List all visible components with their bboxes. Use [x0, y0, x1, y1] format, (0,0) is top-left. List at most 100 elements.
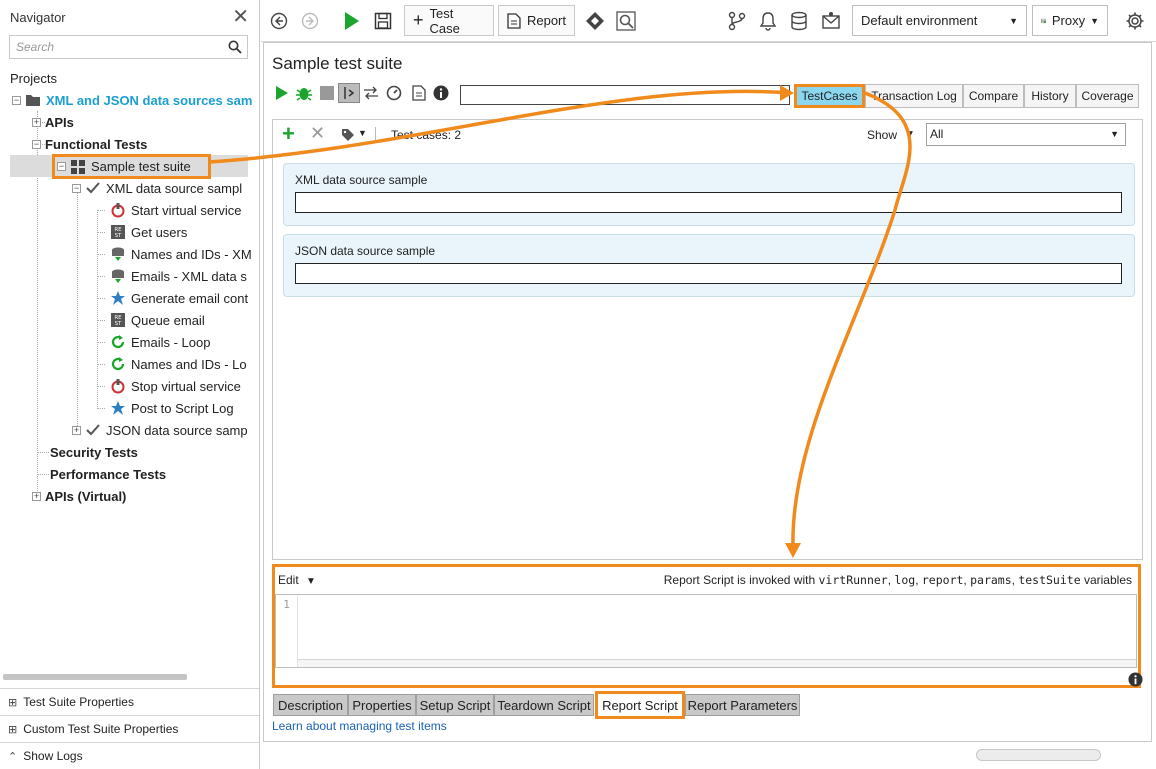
- tree-node-performance-tests[interactable]: Performance Tests: [50, 463, 166, 485]
- expand-icon[interactable]: +: [72, 425, 81, 435]
- collapse-icon[interactable]: −: [12, 95, 21, 105]
- tree-step[interactable]: Stop virtual service: [110, 375, 241, 397]
- chevron-down-icon[interactable]: ▼: [358, 128, 367, 138]
- tab-report-script[interactable]: Report Script: [595, 691, 685, 719]
- horizontal-scrollbar[interactable]: [976, 749, 1101, 761]
- tree-step[interactable]: RE ST Queue email: [110, 309, 205, 331]
- learn-more-link[interactable]: Learn about managing test items: [272, 719, 447, 733]
- search-input[interactable]: Search: [9, 35, 248, 59]
- tree-node-project[interactable]: − XML and JSON data sources sam: [12, 89, 252, 111]
- save-icon[interactable]: [373, 5, 393, 36]
- report-button[interactable]: Report: [498, 5, 575, 36]
- edit-menu[interactable]: Edit ▼: [278, 573, 316, 587]
- chevron-up-icon[interactable]: ⌃: [8, 750, 17, 763]
- show-filter-select[interactable]: All ▼: [926, 123, 1126, 146]
- tab-label: Transaction Log: [871, 89, 957, 103]
- tree-node-security-tests[interactable]: Security Tests: [50, 441, 138, 463]
- run-icon[interactable]: [273, 83, 291, 103]
- tree-step[interactable]: RE ST Get users: [110, 221, 187, 243]
- jira-icon[interactable]: [584, 5, 606, 36]
- tab-label: Setup Script: [419, 697, 491, 713]
- tree-step[interactable]: Emails - Loop: [110, 331, 210, 353]
- tree-node-case-xml[interactable]: − XML data source sampl: [72, 177, 242, 199]
- tree-node-functional-tests[interactable]: − Functional Tests: [32, 133, 147, 155]
- tree-node-suite-highlight[interactable]: − Sample test suite: [52, 154, 211, 179]
- tree-step[interactable]: Post to Script Log: [110, 397, 234, 419]
- report-script-panel: Edit ▼ Report Script is invoked with vir…: [272, 564, 1141, 688]
- show-logs-section[interactable]: ⌃ Show Logs: [0, 742, 259, 769]
- parallel-run-icon[interactable]: [362, 83, 380, 103]
- endpoint-explorer-icon[interactable]: [615, 5, 637, 36]
- close-icon[interactable]: ✕: [232, 7, 249, 27]
- gear-icon[interactable]: [1124, 5, 1146, 36]
- tag-icon[interactable]: [341, 128, 355, 142]
- tab-report-parameters[interactable]: Report Parameters: [685, 694, 800, 716]
- new-test-case-button[interactable]: + Test Case: [404, 5, 494, 36]
- test-case-card[interactable]: XML data source sample: [283, 163, 1135, 226]
- document-icon[interactable]: [410, 83, 428, 103]
- tab-transaction-log[interactable]: Transaction Log: [865, 84, 963, 108]
- proxy-button[interactable]: Proxy ▼: [1032, 5, 1108, 36]
- custom-properties-section[interactable]: ⊞ Custom Test Suite Properties: [0, 715, 259, 742]
- tab-teardown-script[interactable]: Teardown Script: [494, 694, 594, 716]
- check-icon: [86, 182, 100, 194]
- tree-step[interactable]: Emails - XML data s: [110, 265, 247, 287]
- tree-step[interactable]: Generate email cont: [110, 287, 248, 309]
- hint-var: params: [970, 573, 1012, 587]
- expand-icon[interactable]: +: [32, 491, 41, 501]
- tab-testcases[interactable]: TestCases: [794, 84, 865, 108]
- collapse-icon[interactable]: −: [57, 162, 66, 171]
- collapse-icon[interactable]: −: [72, 183, 81, 193]
- tree-node-case-json[interactable]: + JSON data source samp: [72, 419, 248, 441]
- step-label: Post to Script Log: [131, 400, 234, 416]
- test-suite-properties-section[interactable]: ⊞ Test Suite Properties: [0, 688, 259, 715]
- rest-request-icon: REST: [111, 313, 125, 327]
- database-icon[interactable]: [789, 5, 809, 36]
- tree-step[interactable]: Names and IDs - Lo: [110, 353, 247, 375]
- filter-input[interactable]: [460, 85, 790, 105]
- tree-node-apis[interactable]: + APIs: [32, 111, 74, 133]
- stop-icon[interactable]: [318, 83, 336, 103]
- collapse-icon[interactable]: −: [32, 139, 41, 149]
- add-icon[interactable]: +: [282, 121, 295, 147]
- git-branch-icon[interactable]: [727, 5, 747, 36]
- nav-scrollbar[interactable]: [3, 674, 187, 680]
- sequential-run-icon[interactable]: [338, 83, 360, 103]
- code-scrollbar[interactable]: [298, 659, 1136, 667]
- chevron-down-icon[interactable]: ▼: [905, 129, 915, 140]
- tab-properties[interactable]: Properties: [348, 694, 416, 716]
- show-filter-value: All: [930, 127, 944, 141]
- apis-label: APIs: [45, 114, 74, 130]
- bell-icon[interactable]: [758, 5, 778, 36]
- info-icon[interactable]: [1128, 672, 1143, 687]
- expand-icon[interactable]: ⊞: [8, 723, 17, 736]
- datasource-icon: [112, 269, 124, 283]
- search-icon[interactable]: [228, 40, 242, 54]
- script-editor[interactable]: 1: [275, 594, 1137, 668]
- check-icon: [86, 424, 100, 436]
- chevron-down-icon: ▼: [1009, 15, 1018, 26]
- mock-envelope-icon[interactable]: [820, 5, 842, 36]
- tab-history[interactable]: History: [1024, 84, 1076, 108]
- info-icon[interactable]: [432, 83, 450, 103]
- test-case-card[interactable]: JSON data source sample: [283, 234, 1135, 297]
- expand-icon[interactable]: +: [32, 117, 41, 127]
- tree-step[interactable]: Start virtual service: [110, 199, 242, 221]
- expand-icon[interactable]: ⊞: [8, 696, 17, 709]
- environment-select[interactable]: Default environment ▼: [852, 5, 1027, 36]
- bug-icon[interactable]: [295, 83, 313, 103]
- tree-node-apis-virtual[interactable]: + APIs (Virtual): [32, 485, 126, 507]
- back-icon[interactable]: [269, 5, 289, 36]
- forward-icon[interactable]: [300, 5, 320, 36]
- tab-coverage[interactable]: Coverage: [1076, 84, 1139, 108]
- delete-icon[interactable]: ✕: [310, 123, 325, 144]
- timer-icon[interactable]: [385, 83, 403, 103]
- run-icon[interactable]: [341, 5, 361, 36]
- plus-icon: +: [413, 10, 424, 30]
- tab-compare[interactable]: Compare: [963, 84, 1024, 108]
- tree-step[interactable]: Names and IDs - XM: [110, 243, 252, 265]
- tab-setup-script[interactable]: Setup Script: [416, 694, 494, 716]
- test-case-name: JSON data source sample: [295, 244, 436, 258]
- tab-description[interactable]: Description: [273, 694, 348, 716]
- hint-suffix: variables: [1083, 573, 1132, 587]
